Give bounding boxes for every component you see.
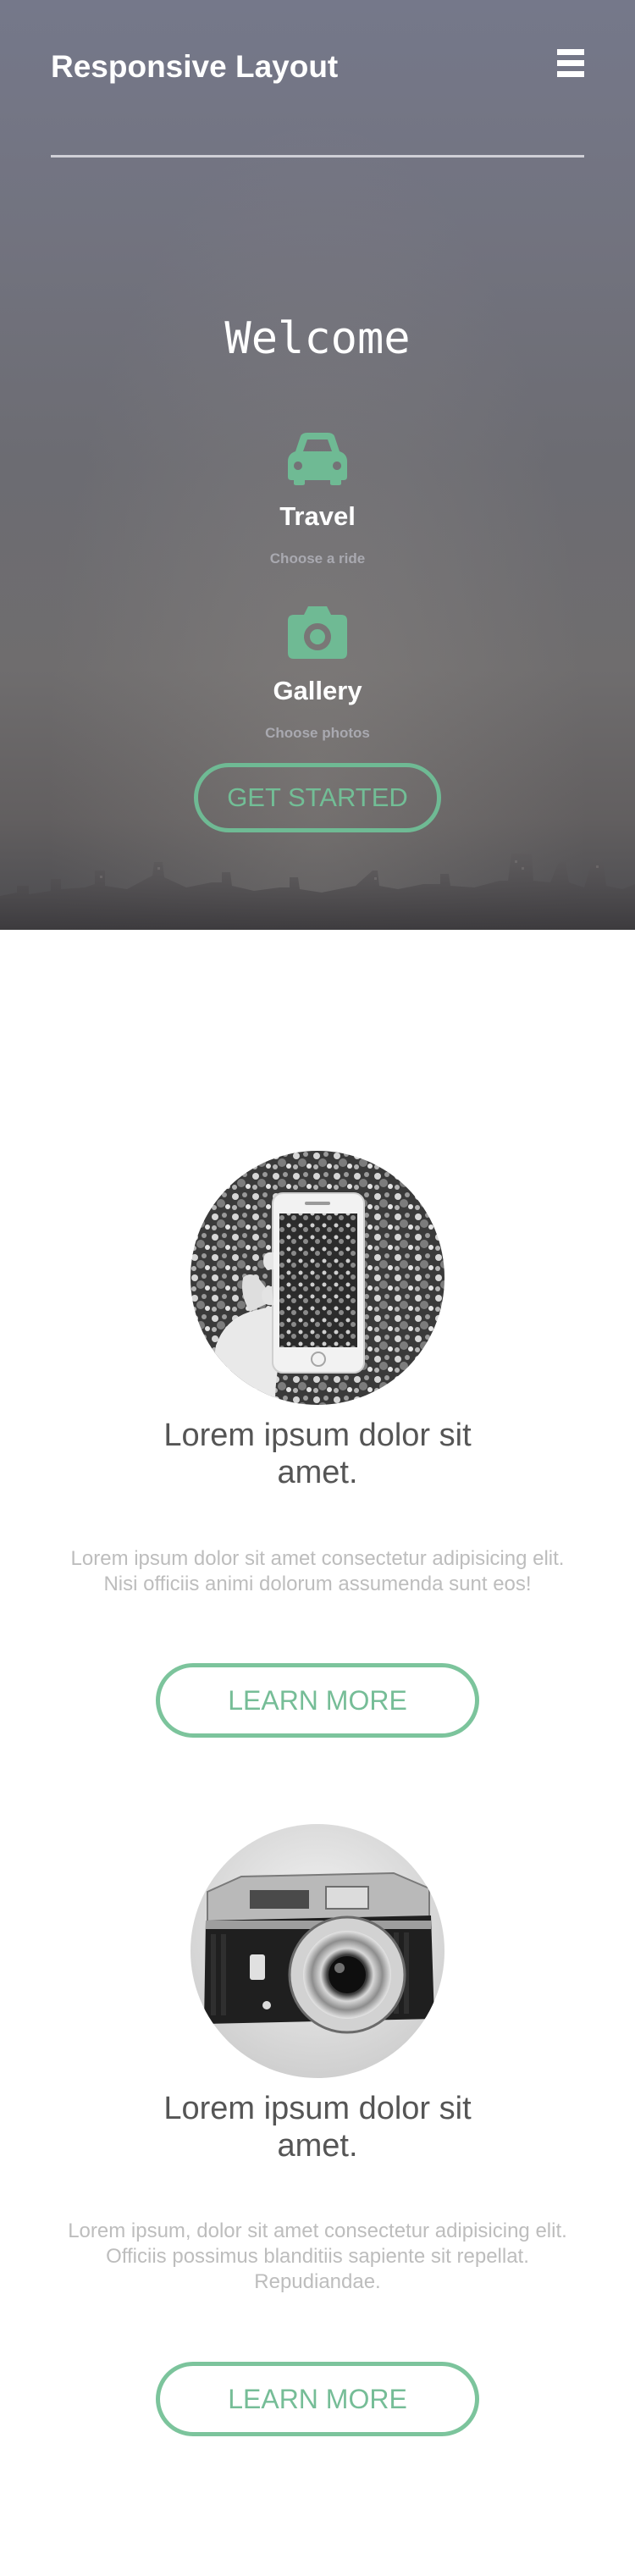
- learn-more-button[interactable]: LEARN MORE: [156, 1663, 479, 1738]
- vintage-camera-photo: [190, 1824, 444, 2078]
- feature-title: Gallery: [273, 676, 362, 705]
- card-text: Lorem ipsum dolor sit amet consectetur a…: [70, 1547, 565, 1595]
- city-skyline-image: [0, 854, 635, 930]
- card-text: Lorem ipsum, dolor sit amet consectetur …: [68, 2219, 567, 2293]
- header-divider: [51, 155, 584, 158]
- camera-icon: [288, 606, 347, 659]
- brand-title[interactable]: Responsive Layout: [51, 49, 338, 85]
- content-section: Lorem ipsum dolor sit amet. Lorem ipsum …: [0, 930, 635, 2576]
- card-title: Lorem ipsum dolor sit amet.: [163, 1418, 472, 1490]
- get-started-button[interactable]: GET STARTED: [194, 763, 441, 832]
- hero-heading: Welcome: [224, 313, 411, 364]
- hero-section: Responsive Layout Welcome Travel Choose …: [0, 0, 635, 930]
- phone-photo: [190, 1151, 444, 1405]
- feature-title: Travel: [279, 501, 356, 531]
- learn-more-button[interactable]: LEARN MORE: [156, 2362, 479, 2436]
- feature-subtitle: Choose photos: [265, 725, 370, 741]
- feature-subtitle: Choose a ride: [269, 550, 366, 567]
- hamburger-menu-icon[interactable]: [557, 49, 584, 78]
- car-icon: [288, 433, 347, 485]
- card-title: Lorem ipsum dolor sit amet.: [163, 2091, 472, 2164]
